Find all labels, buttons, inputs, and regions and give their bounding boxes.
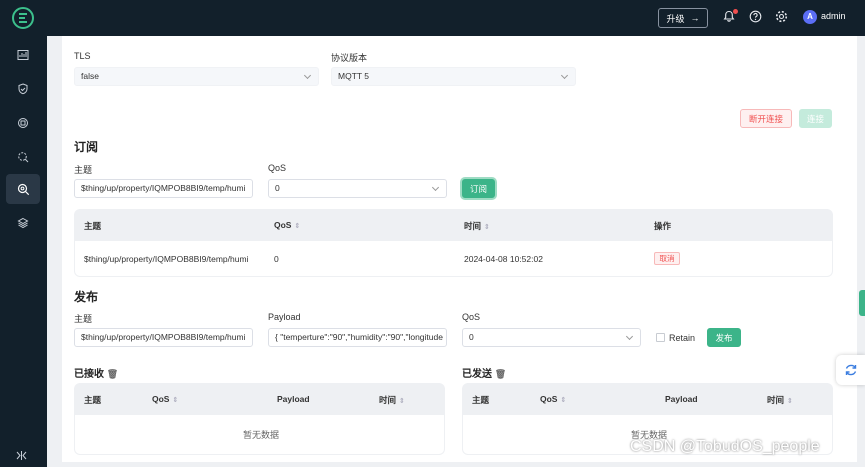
upgrade-label: 升级: [666, 13, 685, 24]
column-header-payload: Payload: [665, 394, 698, 404]
sort-icon: ⇕: [172, 397, 179, 404]
search-icon: [17, 183, 29, 195]
row-topic: $thing/up/property/IQMPOB8BI9/temp/humi: [84, 254, 249, 264]
received-table-body: 暂无数据: [74, 415, 445, 455]
unsubscribe-button[interactable]: 取消: [654, 252, 680, 265]
column-header-topic: 主题: [472, 395, 490, 405]
column-header-qos[interactable]: QoS ⇕: [152, 394, 178, 404]
avatar[interactable]: A: [803, 10, 817, 24]
chip-icon: [18, 118, 28, 128]
gear-search-icon: [18, 152, 29, 163]
connect-button[interactable]: 连接: [799, 109, 832, 128]
row-time: 2024-04-08 10:52:02: [464, 254, 543, 264]
arrow-right-icon: →: [690, 13, 700, 23]
publish-topic-input[interactable]: $thing/up/property/IQMPOB8BI9/temp/humi: [74, 328, 253, 347]
protocol-select[interactable]: MQTT 5: [331, 67, 576, 86]
sidebar-item-management[interactable]: [6, 142, 40, 172]
publish-qos-select[interactable]: 0: [462, 328, 641, 347]
upgrade-button[interactable]: 升级 →: [658, 8, 708, 28]
assistant-float-button[interactable]: [836, 355, 865, 385]
sort-icon: ⇕: [787, 398, 793, 405]
subscribe-topic-label: 主题: [74, 165, 93, 175]
sidebar: [0, 36, 47, 467]
sidebar-item-rules[interactable]: [6, 108, 40, 138]
received-empty-text: 暂无数据: [243, 430, 280, 440]
column-header-qos[interactable]: QoS ⇕: [274, 220, 300, 230]
protocol-label: 协议版本: [331, 53, 368, 63]
row-qos: 0: [274, 254, 279, 264]
dashboard-icon: [17, 50, 29, 60]
tls-select[interactable]: false: [74, 67, 319, 86]
column-header-payload: Payload: [277, 394, 310, 404]
shield-icon: [18, 83, 28, 95]
subscribe-qos-label: QoS: [268, 163, 287, 173]
payload-label: Payload: [268, 312, 301, 322]
sent-table-header: 主题 QoS ⇕ Payload 时间 ⇕: [462, 383, 833, 415]
sent-title: 已发送 🗑: [462, 369, 507, 380]
publish-topic-label: 主题: [74, 314, 93, 324]
column-header-action: 操作: [654, 221, 672, 231]
subscriptions-table-body: $thing/up/property/IQMPOB8BI9/temp/humi …: [74, 241, 833, 277]
scroll-indicator[interactable]: [859, 290, 865, 316]
received-table-header: 主题 QoS ⇕ Payload 时间 ⇕: [74, 383, 445, 415]
trash-icon[interactable]: 🗑: [495, 369, 506, 379]
retain-label[interactable]: Retain: [669, 333, 695, 343]
sidebar-item-dashboard[interactable]: [6, 40, 40, 70]
sort-icon: ⇕: [294, 223, 301, 230]
app-logo-icon[interactable]: [12, 7, 34, 29]
username[interactable]: admin: [821, 11, 846, 21]
payload-input[interactable]: { "temperture":"90","humidity":"90","lon…: [268, 328, 447, 347]
main-content: TLS false 协议版本 MQTT 5 断开连接 连接 订阅 主题 $thi…: [47, 36, 865, 467]
publish-title: 发布: [74, 290, 99, 304]
column-header-topic: 主题: [84, 221, 102, 231]
trash-icon[interactable]: 🗑: [107, 369, 118, 379]
column-header-qos[interactable]: QoS ⇕: [540, 394, 566, 404]
publish-button[interactable]: 发布: [707, 328, 741, 347]
retain-checkbox[interactable]: [656, 333, 665, 342]
layers-icon: [17, 217, 29, 229]
received-title: 已接收 🗑: [74, 369, 119, 380]
column-header-time[interactable]: 时间 ⇕: [767, 394, 793, 406]
sidebar-item-extensions[interactable]: [6, 208, 40, 238]
sidebar-item-diagnose[interactable]: [6, 174, 40, 204]
subscriptions-table-header: 主题 QoS ⇕ 时间 ⇕ 操作: [74, 209, 833, 241]
notification-dot: [733, 9, 738, 14]
subscribe-topic-input[interactable]: $thing/up/property/IQMPOB8BI9/temp/humi: [74, 179, 253, 198]
column-header-time[interactable]: 时间 ⇕: [464, 220, 490, 232]
publish-qos-label: QoS: [462, 312, 481, 322]
refresh-icon: [845, 364, 856, 376]
disconnect-button[interactable]: 断开连接: [740, 109, 792, 128]
websocket-client-card: TLS false 协议版本 MQTT 5 断开连接 连接 订阅 主题 $thi…: [62, 36, 857, 462]
help-icon[interactable]: [748, 10, 762, 24]
tls-label: TLS: [74, 51, 91, 61]
watermark: CSDN @TobudOS_people: [630, 438, 820, 455]
sort-icon: ⇕: [484, 224, 490, 231]
column-header-time[interactable]: 时间 ⇕: [379, 394, 405, 406]
sort-icon: ⇕: [560, 397, 567, 404]
column-header-topic: 主题: [84, 395, 102, 405]
subscribe-button[interactable]: 订阅: [462, 179, 495, 198]
collapse-sidebar-icon[interactable]: [16, 450, 27, 464]
gear-icon[interactable]: [774, 10, 788, 24]
sidebar-item-security[interactable]: [6, 74, 40, 104]
subscribe-qos-select[interactable]: 0: [268, 179, 447, 198]
sort-icon: ⇕: [399, 398, 405, 405]
subscribe-title: 订阅: [74, 140, 99, 154]
top-bar: 升级 → A admin: [0, 0, 865, 36]
